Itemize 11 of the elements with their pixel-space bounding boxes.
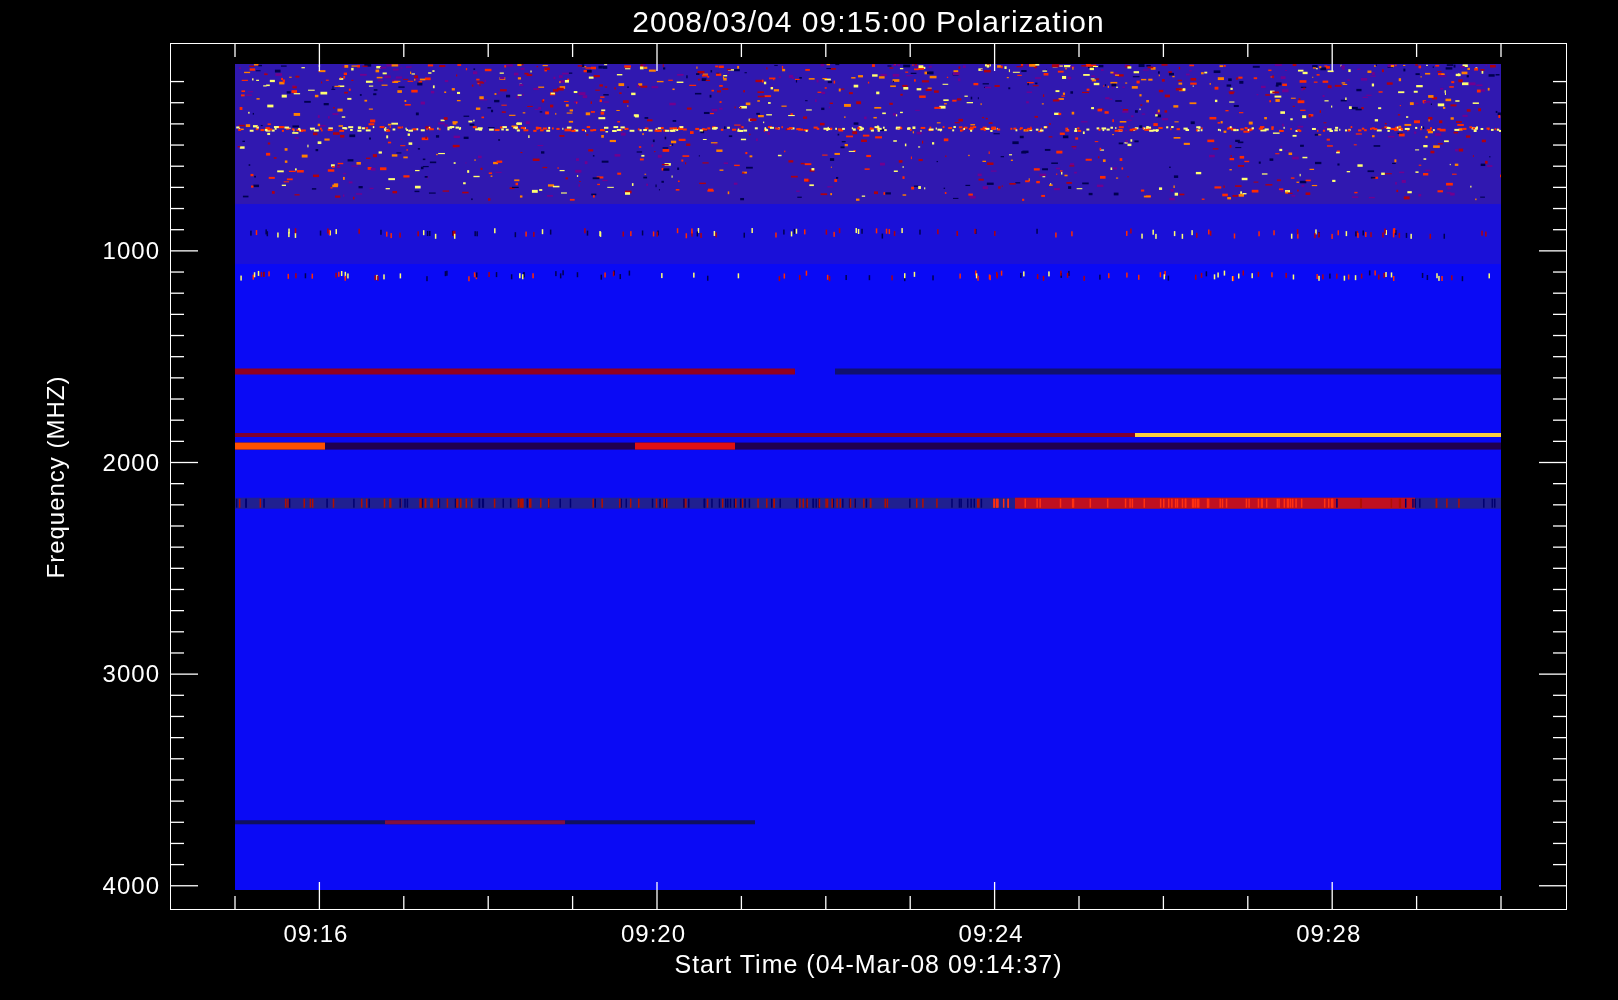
y-tick-label: 3000 bbox=[102, 660, 160, 689]
y-axis-label: Frequency (MHZ) bbox=[42, 375, 70, 578]
y-tick-label: 1000 bbox=[102, 236, 160, 265]
x-tick-label: 09:24 bbox=[958, 920, 1024, 948]
chart-title: 2008/03/04 09:15:00 Polarization bbox=[631, 3, 1106, 40]
x-tick-label: 09:20 bbox=[621, 920, 687, 948]
x-tick-label: 09:16 bbox=[283, 920, 349, 948]
x-tick-label: 09:28 bbox=[1296, 920, 1362, 948]
x-axis-label: Start Time (04-Mar-08 09:14:37) bbox=[673, 950, 1064, 979]
y-tick-label: 4000 bbox=[102, 871, 160, 900]
y-tick-label: 2000 bbox=[102, 448, 160, 477]
